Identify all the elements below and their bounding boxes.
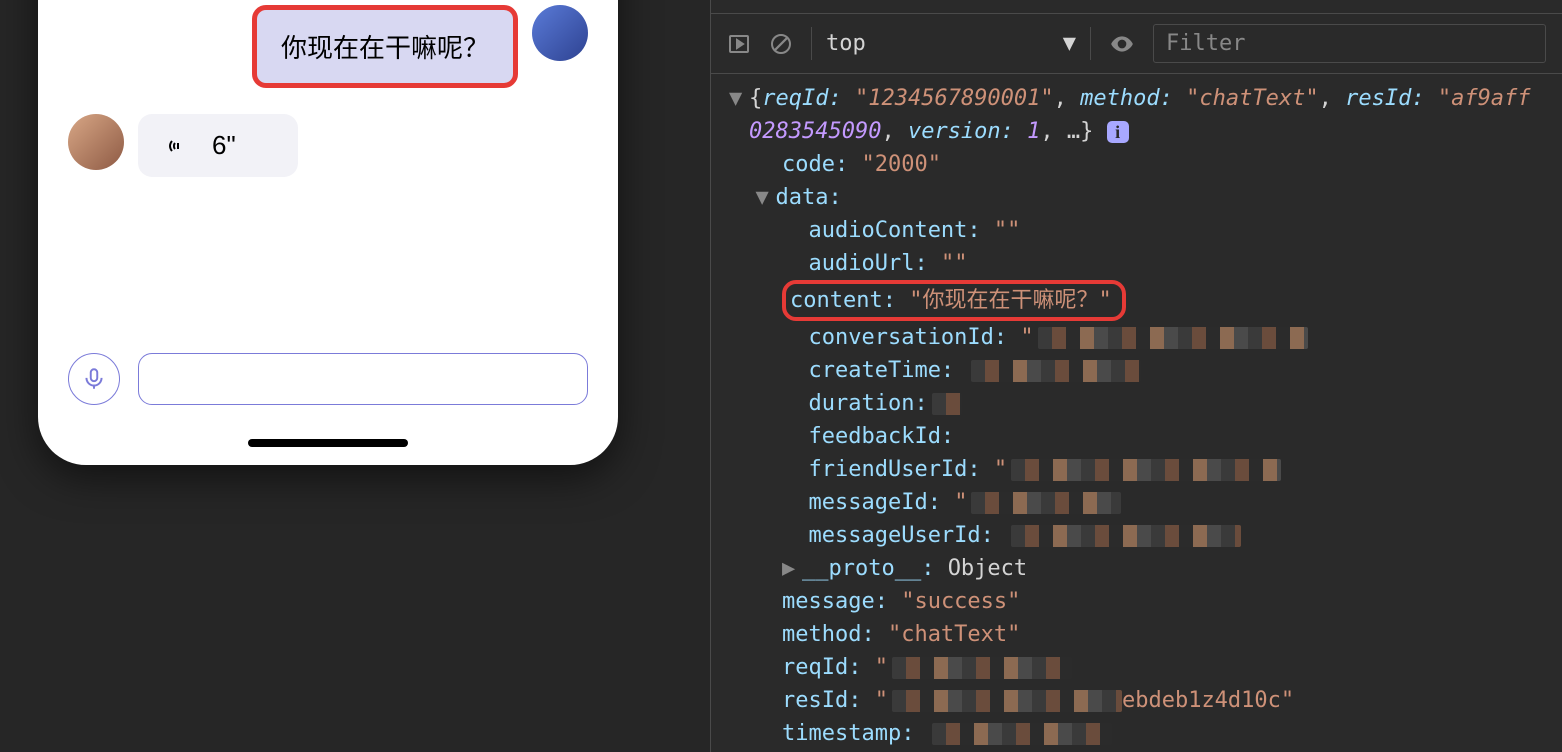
filter-input[interactable]: Filter [1153,24,1546,63]
json-row[interactable]: messageId: " [729,486,1562,519]
redacted-value [1011,459,1281,481]
context-selector[interactable]: top ▼ [811,27,1091,60]
console-object-summary[interactable]: ▼{reqId: "1234567890001", method: "chatT… [729,82,1562,115]
json-row[interactable]: audioUrl: "" [729,247,1562,280]
redacted-value [971,360,1141,382]
phone-frame: 8" 你现在在干嘛呢？ 6" [38,0,618,465]
avatar [532,5,588,61]
eye-icon[interactable] [1109,31,1135,57]
clear-console-icon[interactable] [769,32,793,56]
json-row[interactable]: messageUserId: [729,519,1562,552]
info-badge-icon[interactable]: i [1107,121,1129,143]
avatar [68,114,124,170]
redacted-value [971,492,1121,514]
context-label: top [826,31,866,56]
collapse-arrow-icon[interactable]: ▼ [756,181,776,214]
voice-duration: 6" [212,130,236,161]
devtools-tabs [711,0,1562,14]
console-filter-bar: top ▼ Filter [711,14,1562,74]
collapse-arrow-icon[interactable]: ▼ [729,82,749,115]
chat-msg: 你现在在干嘛呢？ [68,5,588,88]
mic-button[interactable] [68,353,120,405]
voice-bubble[interactable]: 6" [138,114,298,177]
message-input[interactable] [138,353,588,405]
chevron-down-icon: ▼ [1063,31,1076,56]
redacted-value [932,723,1112,745]
devtools-panel: top ▼ Filter ▼{reqId: "1234567890001", m… [710,0,1562,752]
json-row[interactable]: ▼data: [729,181,1562,214]
sound-wave-icon [166,134,190,158]
json-row[interactable]: friendUserId: " [729,453,1562,486]
json-row[interactable]: message: "success" [729,585,1562,618]
redacted-value [1011,525,1241,547]
redacted-value [1038,327,1308,349]
redacted-value [892,690,1122,712]
json-row[interactable]: feedbackId: [729,420,1562,453]
json-row[interactable]: resId: "ebdeb1z4d10c" [729,684,1562,717]
json-row[interactable]: conversationId: " [729,321,1562,354]
json-row[interactable]: audioContent: "" [729,214,1562,247]
console-output[interactable]: ▼{reqId: "1234567890001", method: "chatT… [711,74,1562,752]
redacted-value [892,657,1072,679]
text-bubble-highlighted[interactable]: 你现在在干嘛呢？ [252,5,518,88]
json-row-highlighted[interactable]: content: "你现在在干嘛呢？" [729,280,1562,321]
json-row[interactable]: createTime: [729,354,1562,387]
execute-icon[interactable] [727,32,751,56]
home-indicator [248,439,408,447]
json-row[interactable]: reqId: " [729,651,1562,684]
json-row[interactable]: code: "2000" [729,148,1562,181]
json-row[interactable]: method: "chatText" [729,618,1562,651]
chat-input-bar [68,353,588,405]
json-row[interactable]: timestamp: [729,717,1562,750]
json-row[interactable]: ▶__proto__: Object [729,552,1562,585]
json-row[interactable]: duration: [729,387,1562,420]
chat-msg: 6" [68,114,588,177]
phone-preview: 8" 你现在在干嘛呢？ 6" [0,0,710,752]
expand-arrow-icon[interactable]: ▶ [782,552,802,585]
redacted-value [932,393,962,415]
